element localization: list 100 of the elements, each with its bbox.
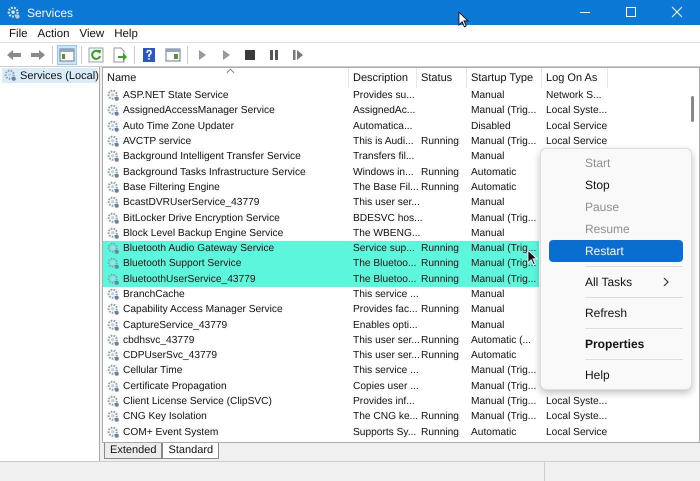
- table-cell: Manual (Trig...: [471, 380, 536, 392]
- table-cell: Certificate Propagation: [123, 380, 227, 392]
- console-tree-icon[interactable]: [57, 44, 77, 64]
- column-header[interactable]: Name: [103, 68, 349, 88]
- view-tab[interactable]: Standard: [162, 443, 220, 459]
- table-cell: CDPUserSvc_43779: [123, 350, 217, 362]
- table-cell: Background Intelligent Transfer Service: [123, 151, 301, 162]
- table-cell: CNG Key Isolation: [123, 411, 207, 422]
- table-cell: Cellular Time: [123, 365, 182, 376]
- table-row[interactable]: BluetoothUserService_43779 The Bluetoo... Running Manual (Trig...: [103, 272, 539, 287]
- menu-item[interactable]: Properties: [549, 333, 683, 355]
- table-cell: The WBENG...: [353, 228, 420, 239]
- table-cell: Bluetooth Audio Gateway Service: [123, 243, 274, 254]
- table-cell: Manual (Trig...: [471, 411, 536, 422]
- table-row[interactable]: COM+ Event System Supports Sy... Running Automatic Local Service: [103, 424, 699, 440]
- table-cell: Provides su...: [353, 90, 415, 102]
- window-title: Services: [27, 6, 74, 20]
- gear-icon: [107, 180, 120, 194]
- table-cell: ASP.NET State Service: [123, 90, 229, 102]
- gear-icon: [107, 303, 120, 316]
- table-cell: Automatic (...: [471, 334, 532, 346]
- table-cell: Client License Service (ClipSVC): [123, 396, 272, 408]
- table-cell: Running: [421, 258, 459, 270]
- table-cell: AssignedAc...: [353, 105, 416, 116]
- table-cell: BitLocker Drive Encryption Service: [123, 212, 280, 224]
- menu-item[interactable]: Help: [109, 28, 143, 40]
- table-cell: AssignedAccessManager Service: [123, 105, 275, 116]
- chevron-right-icon: [663, 277, 669, 287]
- table-cell: The Bluetoo...: [353, 274, 416, 285]
- table-row[interactable]: ASP.NET State Service Provides su... Manual Network S...: [103, 88, 699, 104]
- gear-icon: [107, 318, 120, 332]
- refresh-icon[interactable]: [86, 44, 106, 64]
- menu-item[interactable]: Help: [549, 364, 683, 386]
- table-cell: Provides fac...: [353, 304, 418, 316]
- table-cell: Local Service: [546, 120, 608, 132]
- table-cell: This service ...: [353, 289, 419, 300]
- table-cell: Copies user ...: [353, 380, 419, 392]
- menu-item[interactable]: File: [4, 28, 33, 40]
- column-header[interactable]: Log On As: [542, 68, 608, 88]
- table-cell: This is Audi...: [353, 136, 414, 148]
- table-cell: cbdhsvc_43779: [123, 334, 194, 346]
- gear-icon: [107, 242, 120, 256]
- gear-icon: [107, 410, 120, 424]
- table-cell: Network S...: [546, 90, 602, 102]
- table-cell: Manual (Trig...: [471, 243, 536, 254]
- table-cell: Automatic: [471, 426, 516, 438]
- gear-icon: [4, 69, 17, 82]
- table-cell: COM+ Event System: [123, 426, 218, 438]
- table-cell: Local Service: [546, 426, 608, 438]
- gear-icon: [107, 272, 120, 286]
- table-cell: Manual (Trig...: [471, 396, 536, 408]
- table-cell: Manual (Trig...: [471, 274, 536, 285]
- table-cell: Manual: [471, 197, 504, 208]
- table-cell: This service ...: [353, 365, 419, 376]
- table-cell: Disabled: [471, 120, 511, 132]
- table-cell: Running: [421, 426, 459, 438]
- gear-icon: [107, 364, 120, 378]
- table-row[interactable]: AVCTP service This is Audi... Running Manual (Trig... Local Service: [103, 134, 699, 150]
- menu-item[interactable]: Restart: [549, 240, 683, 262]
- table-cell: Windows in...: [353, 166, 414, 178]
- menu-item[interactable]: Action: [32, 28, 74, 40]
- menu-item[interactable]: Stop: [549, 174, 683, 196]
- gear-icon: [107, 257, 120, 270]
- table-row[interactable]: Client License Service (ClipSVC) Provides inf... Manual (Trig... Local Syste...: [103, 394, 699, 410]
- table-cell: The Base Fil...: [353, 182, 419, 193]
- mouse-pointer-icon: [458, 11, 469, 28]
- table-cell: Manual (Trig...: [471, 365, 536, 376]
- table-cell: This user ser...: [353, 197, 420, 208]
- gear-icon: [107, 226, 120, 240]
- column-header[interactable]: Description: [349, 68, 417, 88]
- table-cell: AVCTP service: [123, 136, 192, 148]
- table-cell: Running: [421, 243, 459, 254]
- table-cell: BcastDVRUserService_43779: [123, 197, 260, 208]
- gear-icon: [107, 334, 120, 347]
- scroll-thumb[interactable]: [691, 96, 694, 122]
- tree-item[interactable]: Services (Local): [2, 68, 97, 83]
- column-header[interactable]: Status: [417, 68, 467, 88]
- column-header[interactable]: Startup Type: [467, 68, 542, 88]
- gear-icon: [107, 380, 120, 393]
- table-row[interactable]: Bluetooth Support Service The Bluetoo... Running Manual (Trig...: [103, 256, 539, 272]
- table-cell: CaptureService_43779: [123, 320, 228, 331]
- table-cell: Manual (Trig...: [471, 212, 536, 224]
- table-row[interactable]: Auto Time Zone Updater Automatica... Disabled Local Service: [103, 118, 699, 134]
- table-row[interactable]: Bluetooth Audio Gateway Service Service sup... Running Manual (Trig...: [103, 240, 539, 256]
- table-cell: Running: [421, 182, 459, 193]
- table-cell: Automatic: [471, 166, 516, 178]
- table-cell: Block Level Backup Engine Service: [123, 228, 284, 239]
- table-cell: Manual (Trig...: [471, 258, 536, 270]
- table-row[interactable]: AssignedAccessManager Service AssignedAc... Manual (Trig... Local Syste...: [103, 103, 699, 119]
- table-cell: Automatic: [471, 182, 516, 193]
- table-row[interactable]: CNG Key Isolation The CNG ke... Running Manual (Trig... Local Syste...: [103, 409, 699, 425]
- menu-item[interactable]: View: [74, 28, 110, 40]
- view-tab[interactable]: Extended: [104, 443, 162, 459]
- gear-icon: [107, 288, 120, 301]
- table-cell: Local Service: [546, 136, 608, 148]
- gear-icon: [107, 89, 120, 102]
- gear-icon: [107, 196, 120, 210]
- table-cell: Manual: [471, 289, 504, 300]
- table-cell: Running: [421, 166, 459, 178]
- tree-label: Services (Local): [20, 70, 99, 82]
